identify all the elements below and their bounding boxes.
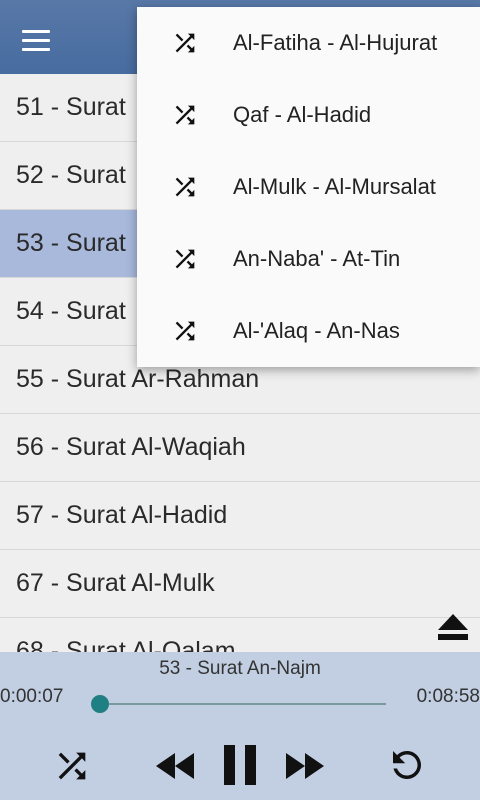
list-item-label: 53 - Surat — [16, 229, 126, 257]
shuffle-icon — [171, 245, 199, 273]
menu-item-label: Al-'Alaq - An-Nas — [233, 318, 400, 343]
shuffle-icon — [52, 752, 92, 790]
total-duration: 0:08:58 — [416, 686, 480, 707]
shuffle-icon — [171, 101, 199, 129]
list-item[interactable]: 56 - Surat Al-Waqiah — [0, 414, 480, 482]
list-item-label: 52 - Surat — [16, 161, 126, 189]
menu-item-label: An-Naba' - At-Tin — [233, 246, 401, 271]
list-item[interactable]: 67 - Surat Al-Mulk — [0, 550, 480, 618]
list-item-label: 56 - Surat Al-Waqiah — [16, 433, 246, 461]
list-item[interactable]: 57 - Surat Al-Hadid — [0, 482, 480, 550]
shuffle-icon — [171, 29, 199, 57]
elapsed-time: 0:00:07 — [0, 686, 64, 707]
list-item-label: 54 - Surat — [16, 297, 126, 325]
shuffle-button[interactable] — [52, 746, 92, 791]
seek-thumb[interactable] — [90, 695, 109, 713]
menu-item-label: Al-Fatiha - Al-Hujurat — [233, 30, 438, 55]
list-item-label: 57 - Surat Al-Hadid — [16, 501, 228, 529]
fast-forward-button[interactable] — [284, 750, 326, 787]
player-panel: 53 - Surat An-Najm 0:00:07 0:08:58 — [0, 652, 480, 800]
seek-track[interactable] — [96, 703, 386, 705]
fast-forward-icon — [284, 753, 326, 786]
shuffle-icon — [171, 173, 199, 201]
menu-item-shuffle-range[interactable]: Al-Fatiha - Al-Hujurat — [137, 7, 480, 79]
list-item-label: 51 - Surat — [16, 93, 126, 121]
repeat-icon — [386, 751, 428, 790]
rewind-icon — [154, 753, 196, 786]
repeat-button[interactable] — [386, 744, 428, 791]
menu-item-label: Al-Mulk - Al-Mursalat — [233, 174, 436, 199]
menu-item-label: Qaf - Al-Hadid — [233, 102, 372, 127]
hamburger-icon[interactable] — [22, 30, 50, 54]
menu-item-shuffle-range[interactable]: Al-Mulk - Al-Mursalat — [137, 151, 480, 223]
shuffle-icon — [171, 317, 199, 345]
now-playing-title: 53 - Surat An-Najm — [159, 658, 321, 679]
pause-icon — [222, 745, 258, 791]
shuffle-range-menu: Al-Fatiha - Al-Hujurat Qaf - Al-Hadid Al… — [137, 7, 480, 367]
menu-item-shuffle-range[interactable]: Qaf - Al-Hadid — [137, 79, 480, 151]
pause-button[interactable] — [222, 743, 258, 792]
rewind-button[interactable] — [154, 750, 196, 787]
menu-item-shuffle-range[interactable]: Al-'Alaq - An-Nas — [137, 295, 480, 367]
menu-item-shuffle-range[interactable]: An-Naba' - At-Tin — [137, 223, 480, 295]
list-item-label: 55 - Surat Ar-Rahman — [16, 365, 260, 393]
eject-icon[interactable] — [436, 612, 470, 642]
list-item-label: 67 - Surat Al-Mulk — [16, 569, 215, 597]
